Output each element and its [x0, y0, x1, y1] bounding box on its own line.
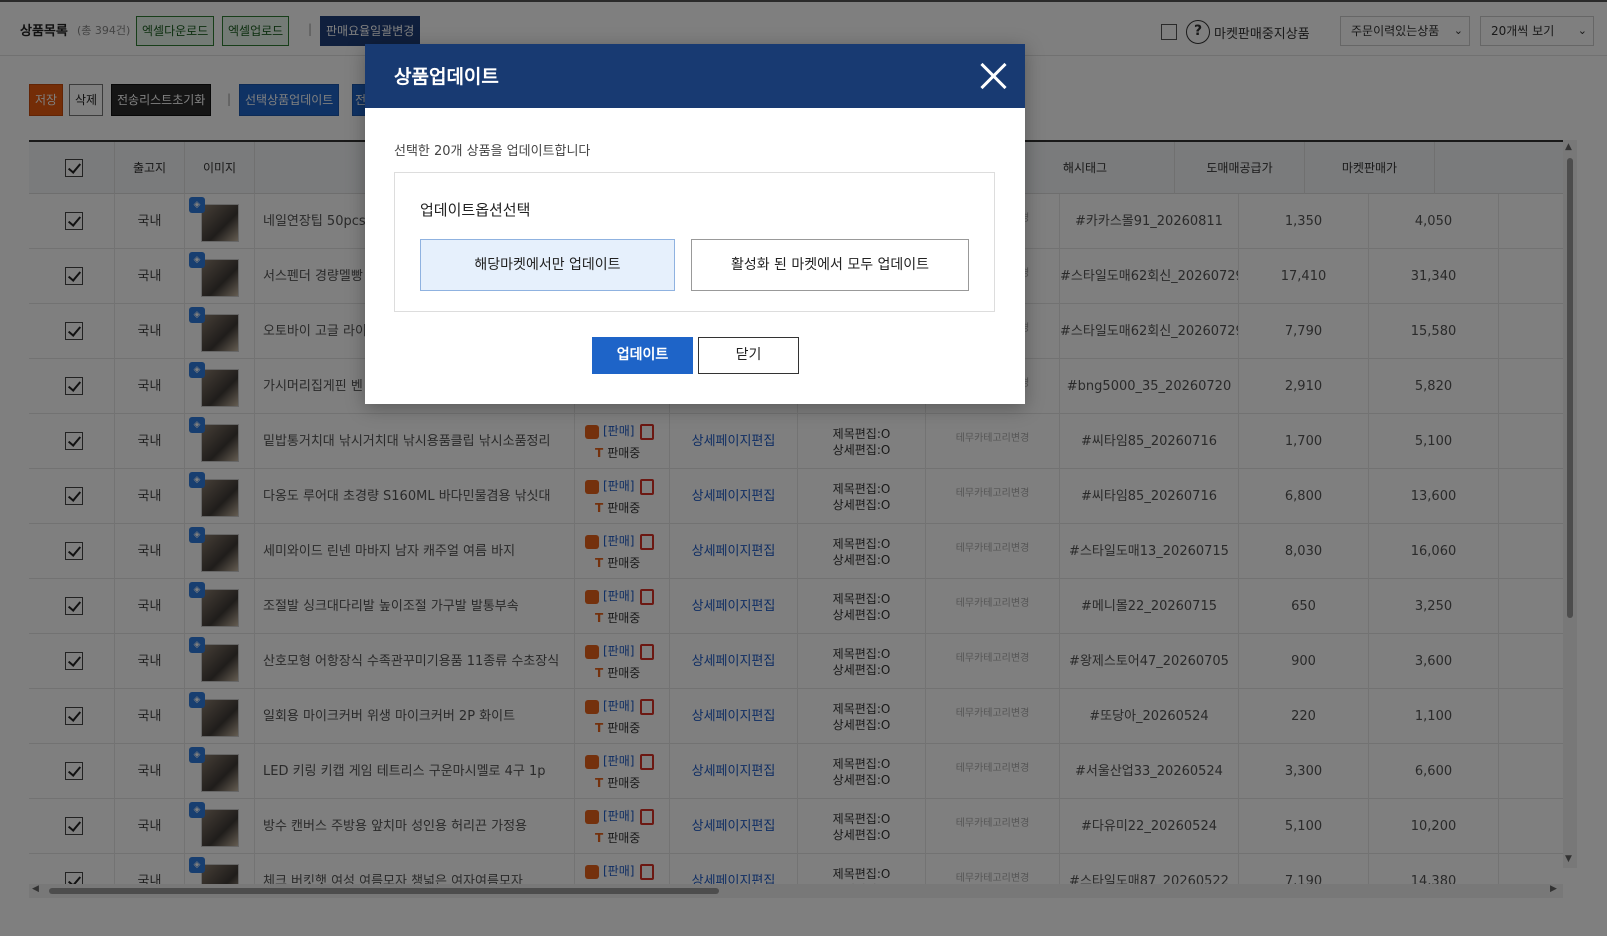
close-icon[interactable] — [979, 61, 1009, 91]
modal-title: 상품업데이트 — [394, 66, 499, 88]
modal-description: 선택한 20개 상품을 업데이트합니다 — [394, 144, 591, 159]
close-button[interactable]: 닫기 — [698, 337, 799, 374]
update-option-title: 업데이트옵션선택 — [420, 201, 531, 219]
update-option-box: 업데이트옵션선택 해당마켓에서만 업데이트 활성화 된 마켓에서 모두 업데이트 — [394, 172, 995, 312]
all-active-markets-option-button[interactable]: 활성화 된 마켓에서 모두 업데이트 — [691, 239, 969, 291]
modal-header: 상품업데이트 — [365, 44, 1025, 108]
update-modal: 상품업데이트 선택한 20개 상품을 업데이트합니다 업데이트옵션선택 해당마켓… — [365, 44, 1025, 404]
market-only-option-button[interactable]: 해당마켓에서만 업데이트 — [420, 239, 675, 291]
update-button[interactable]: 업데이트 — [592, 337, 693, 374]
